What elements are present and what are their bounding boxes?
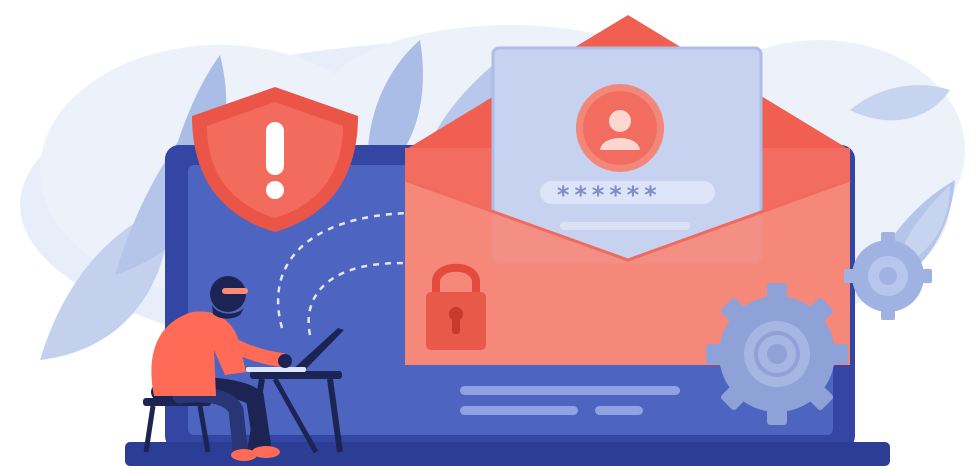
user-profile-icon [576,84,664,172]
password-mask: ****** [556,181,661,209]
phishing-illustration: ****** [0,0,980,469]
illustration-canvas: ****** [20,15,965,466]
